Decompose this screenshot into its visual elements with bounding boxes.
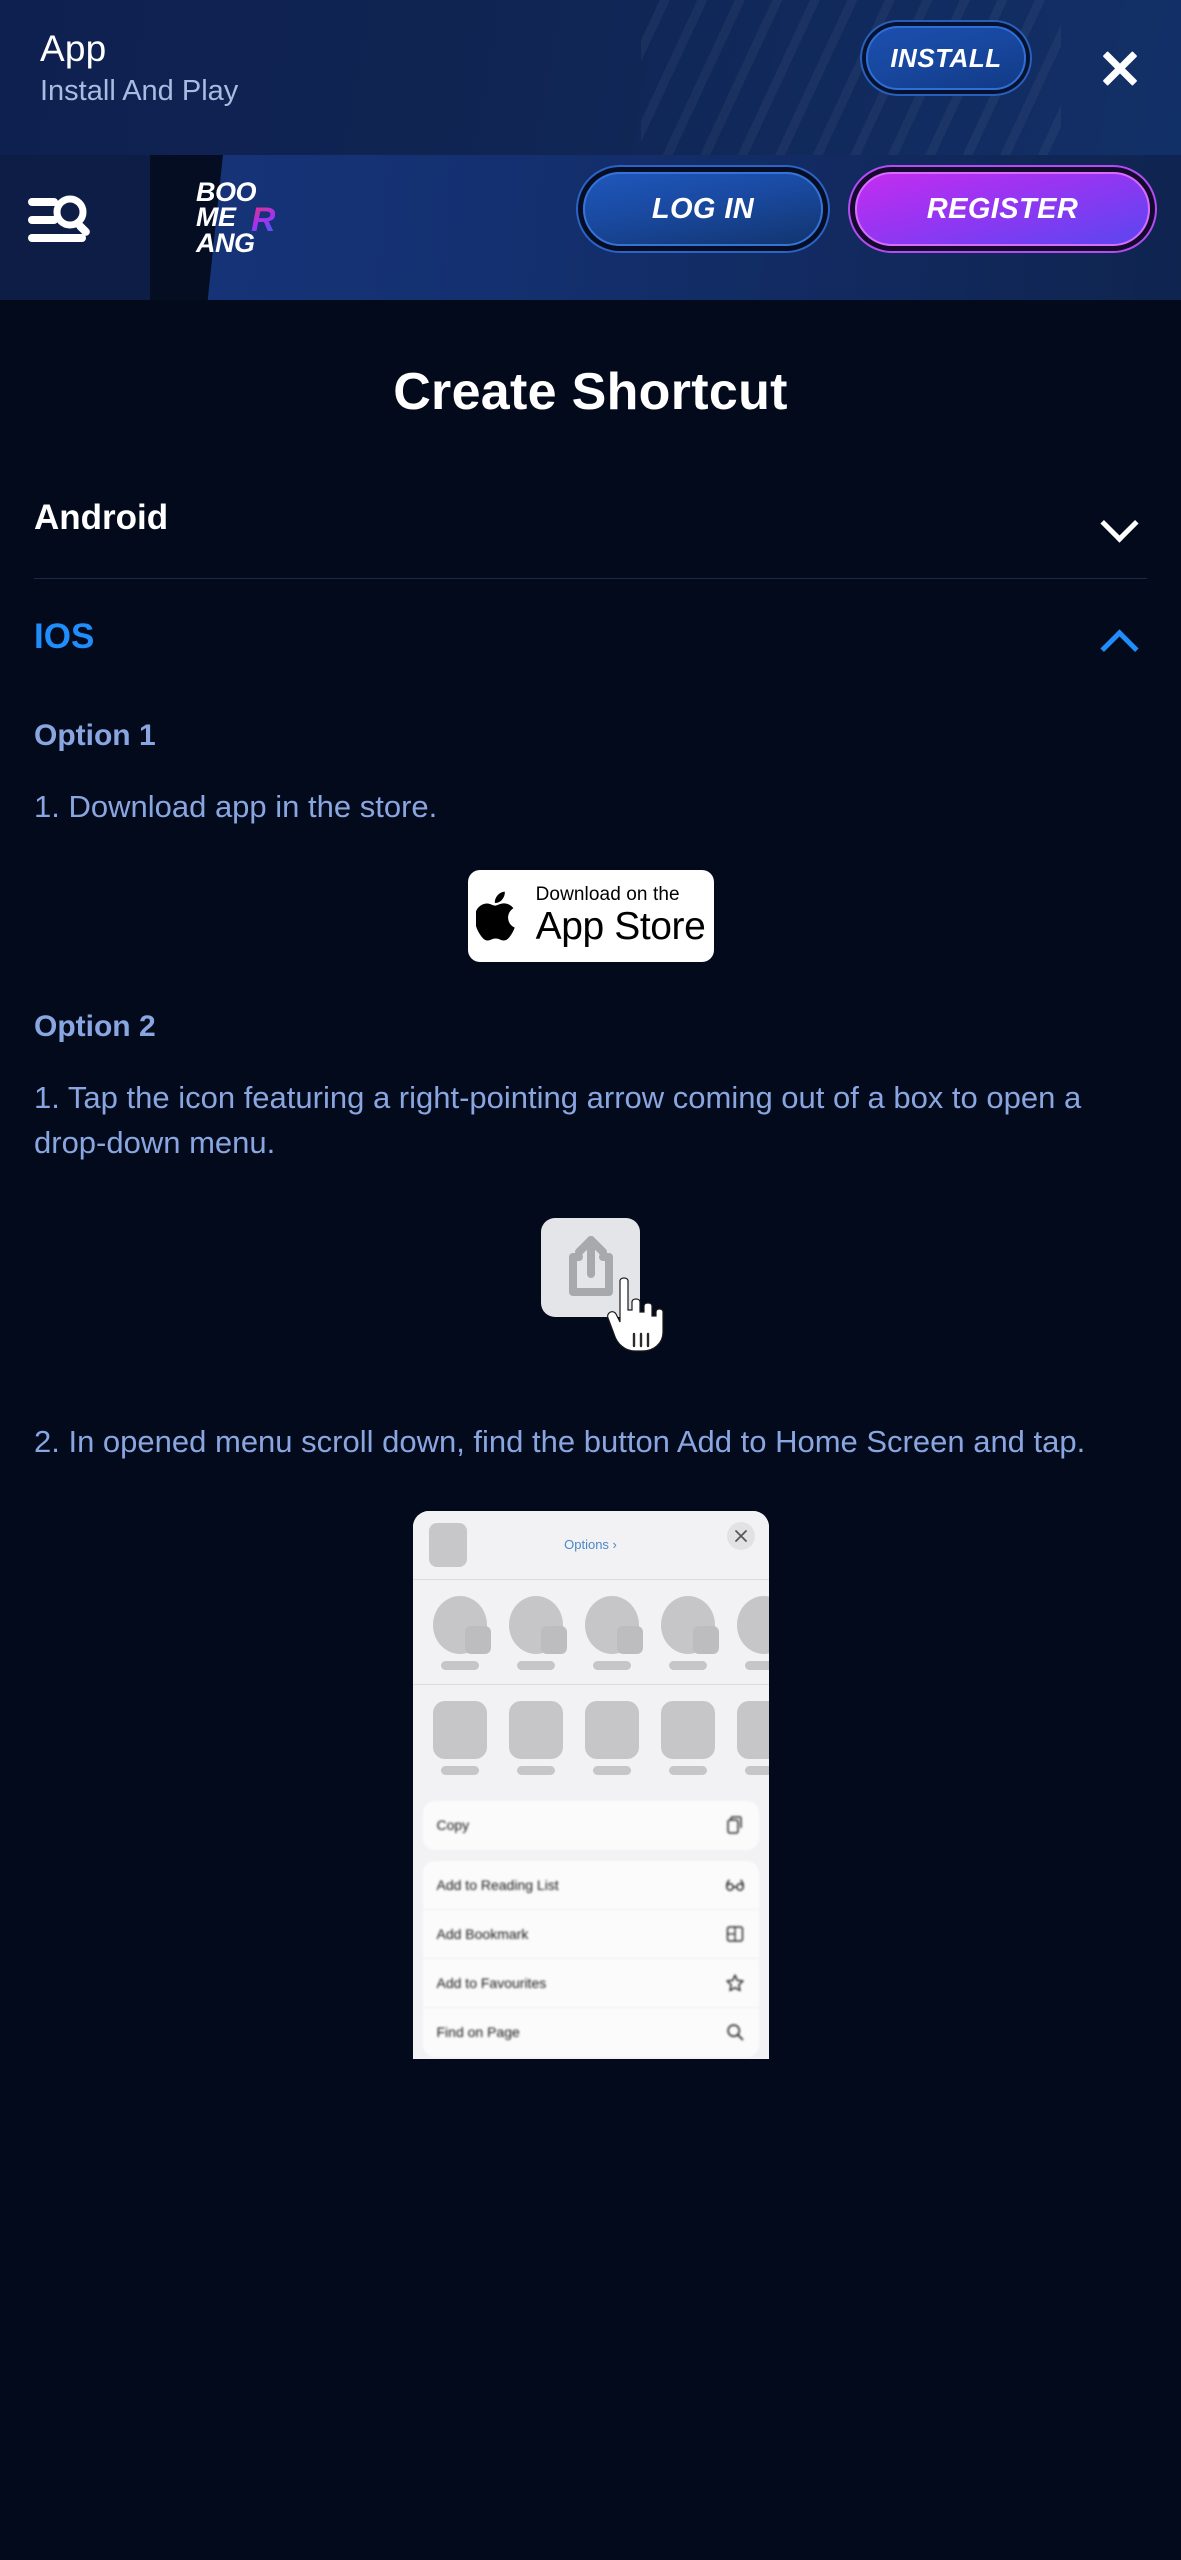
chevron-down-icon <box>1103 508 1137 528</box>
brand-logo[interactable]: BOO ME R ANG <box>196 178 288 256</box>
install-button-label: INSTALL <box>890 42 1002 73</box>
app-store-badge-big-text: App Store <box>535 905 706 949</box>
share-sheet-page-thumbnail <box>428 1522 467 1567</box>
app-name-placeholder <box>744 1765 769 1775</box>
share-icon-illustration <box>34 1217 1147 1378</box>
app-install-banner: App Install And Play INSTALL <box>0 0 1181 155</box>
app-name-placeholder <box>516 1765 555 1775</box>
avatar <box>736 1595 769 1654</box>
app-store-badge-text: Download on the App Store <box>536 885 706 946</box>
close-icon[interactable] <box>1097 45 1143 91</box>
contact-item[interactable] <box>660 1595 719 1670</box>
menu-item-label: Find on Page <box>436 2024 520 2041</box>
contact-name-placeholder <box>744 1660 769 1670</box>
menu-item-find-on-page[interactable]: Find on Page <box>423 2008 759 2057</box>
register-button[interactable]: REGISTER <box>855 172 1150 246</box>
app-banner-text: App Install And Play <box>40 28 238 109</box>
logo-line-2-wrap: ME R <box>196 202 288 237</box>
contact-name-placeholder <box>592 1660 631 1670</box>
app-item[interactable] <box>432 1700 487 1775</box>
contact-name-placeholder <box>668 1660 707 1670</box>
app-name-placeholder <box>668 1765 707 1775</box>
app-item[interactable] <box>736 1700 769 1775</box>
register-button-label: REGISTER <box>926 192 1079 225</box>
option2-step2: 2. In opened menu scroll down, find the … <box>34 1423 1086 1459</box>
menu-item-copy[interactable]: Copy <box>423 1801 759 1850</box>
contact-item[interactable] <box>736 1595 769 1670</box>
login-button[interactable]: LOG IN <box>583 172 823 246</box>
contact-app-badge <box>616 1625 643 1654</box>
share-sheet-menu-group-2: Add to Reading List Add Bookmark Add to … <box>422 1860 759 2057</box>
app-icon <box>584 1700 639 1759</box>
contact-name-placeholder <box>516 1660 555 1670</box>
contact-item[interactable] <box>584 1595 643 1670</box>
app-name-placeholder <box>592 1765 631 1775</box>
contact-item[interactable] <box>432 1595 491 1670</box>
contact-item[interactable] <box>508 1595 567 1670</box>
app-icon <box>432 1700 487 1759</box>
menu-item-add-to-favourites[interactable]: Add to Favourites <box>422 1959 759 2008</box>
option2-title: Option 2 <box>34 1009 156 1043</box>
app-item[interactable] <box>584 1700 639 1775</box>
share-sheet-menu-group-1: Copy <box>422 1800 759 1850</box>
menu-search-icon[interactable] <box>26 192 92 250</box>
option2-step1: 1. Tap the icon featuring a right-pointi… <box>34 1079 1082 1160</box>
menu-item-label: Add to Favourites <box>436 1974 547 1991</box>
accordion-item-ios[interactable]: IOS <box>34 603 1147 671</box>
contact-app-badge <box>540 1625 567 1654</box>
accordion-label-ios: IOS <box>34 617 95 656</box>
ios-share-sheet-mock: Options › Copy Add to Reading List Add B… <box>412 1510 769 2059</box>
chevron-up-icon <box>1103 627 1137 647</box>
app-icon <box>508 1700 563 1759</box>
contact-app-badge <box>692 1625 719 1654</box>
app-name-placeholder <box>440 1765 479 1775</box>
app-banner-subtitle: Install And Play <box>40 75 239 108</box>
accordion-body-ios: Option 1 1. Download app in the store. D… <box>34 719 1147 2059</box>
accordion-item-android[interactable]: Android <box>34 484 1147 552</box>
app-banner-title: App <box>40 28 107 69</box>
hand-pointer-icon <box>606 1277 664 1352</box>
share-sheet-apps-row <box>412 1684 769 1789</box>
share-sheet-gap <box>412 1788 769 1801</box>
app-store-badge[interactable]: Download on the App Store <box>467 869 714 962</box>
accordion-label-android: Android <box>34 498 169 537</box>
app-icon <box>736 1700 769 1759</box>
logo-accent-r: R <box>251 201 276 240</box>
menu-item-add-bookmark[interactable]: Add Bookmark <box>422 1910 759 1959</box>
page-title: Create Shortcut <box>393 363 788 421</box>
app-store-badge-small-text: Download on the <box>535 884 680 906</box>
appstore-badge-wrap: Download on the App Store <box>34 869 1147 962</box>
copy-icon <box>726 1816 742 1834</box>
share-sheet-header: Options › <box>412 1510 769 1579</box>
book-icon <box>726 1926 743 1942</box>
login-button-label: LOG IN <box>651 192 755 225</box>
contact-app-badge <box>464 1625 491 1654</box>
star-icon <box>725 1974 744 1991</box>
menu-item-add-to-reading-list[interactable]: Add to Reading List <box>422 1861 759 1910</box>
accordion-divider <box>34 578 1147 579</box>
app-icon <box>660 1700 715 1759</box>
page-content: Create Shortcut Android IOS Option 1 1. … <box>0 362 1181 2059</box>
menu-item-label: Copy <box>436 1817 470 1834</box>
option1-title: Option 1 <box>34 719 156 752</box>
share-sheet-mock-wrap: Options › Copy Add to Reading List Add B… <box>34 1510 1147 2059</box>
logo-line-2: ME <box>196 202 236 233</box>
close-icon[interactable] <box>726 1521 755 1550</box>
menu-item-label: Add Bookmark <box>436 1925 529 1942</box>
magnifier-icon <box>726 2024 743 2041</box>
platform-accordion: Android IOS Option 1 1. Download app in … <box>34 484 1147 2059</box>
share-sheet-contacts-row <box>412 1579 769 1684</box>
app-item[interactable] <box>508 1700 563 1775</box>
option1-step1: 1. Download app in the store. <box>34 789 438 824</box>
app-item[interactable] <box>660 1700 715 1775</box>
share-sheet-options-link[interactable]: Options › <box>564 1537 617 1552</box>
glasses-icon <box>725 1879 744 1891</box>
apple-logo-icon <box>475 891 515 941</box>
install-button[interactable]: INSTALL <box>866 26 1026 90</box>
contact-name-placeholder <box>440 1660 479 1670</box>
menu-item-label: Add to Reading List <box>436 1876 559 1893</box>
